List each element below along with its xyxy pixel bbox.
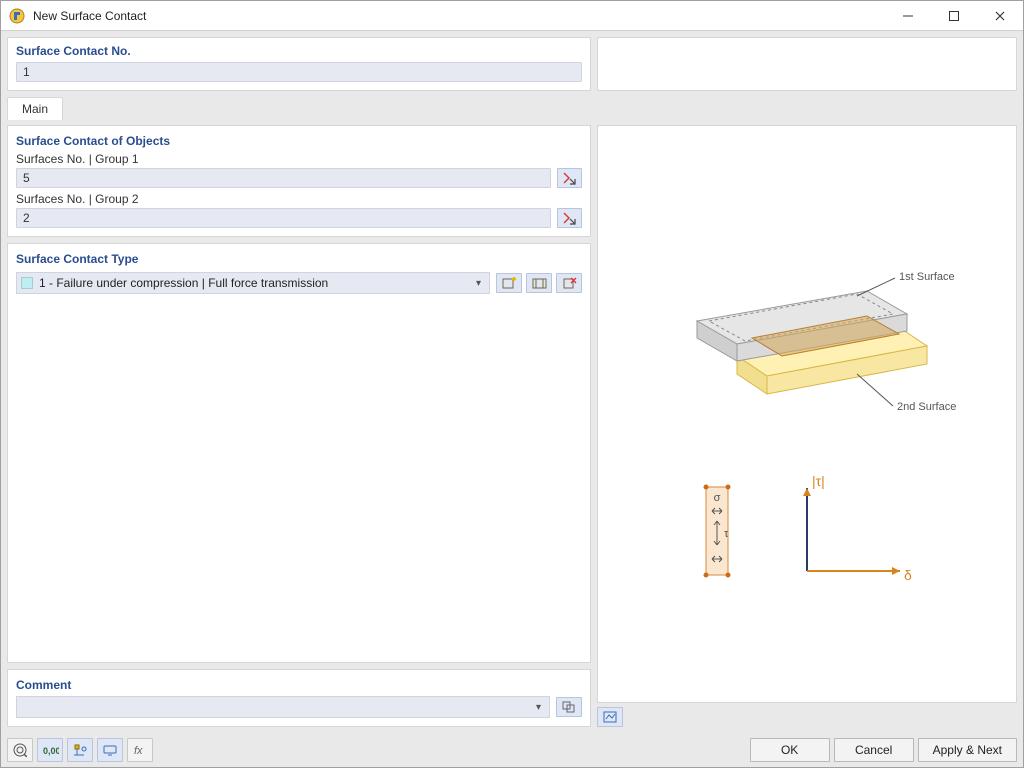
- group2-input[interactable]: [16, 208, 551, 228]
- delta-axis-label: δ: [904, 567, 912, 583]
- chevron-down-icon: ▾: [472, 278, 485, 289]
- apply-next-button[interactable]: Apply & Next: [918, 738, 1017, 762]
- stress-strip-illustration: σ τ: [692, 481, 742, 581]
- group1-label: Surfaces No. | Group 1: [16, 152, 582, 166]
- preview-toggle-button[interactable]: [597, 707, 623, 727]
- maximize-button[interactable]: [931, 1, 977, 31]
- preview-panel: 1st Surface 2nd Surface: [597, 125, 1017, 703]
- display-button[interactable]: [97, 738, 123, 762]
- preview-column: 1st Surface 2nd Surface: [597, 125, 1017, 727]
- contact-number-label: Surface Contact No.: [16, 44, 582, 58]
- group1-pick-button[interactable]: [557, 168, 582, 188]
- group1-input[interactable]: [16, 168, 551, 188]
- tau-axis-label: |τ|: [812, 476, 825, 489]
- type-color-swatch: [21, 277, 33, 289]
- units-button[interactable]: 0,00: [37, 738, 63, 762]
- svg-text:τ: τ: [724, 528, 729, 540]
- cancel-button[interactable]: Cancel: [834, 738, 914, 762]
- group2-pick-button[interactable]: [557, 208, 582, 228]
- type-delete-button[interactable]: [556, 273, 582, 293]
- top-right-empty-panel: [597, 37, 1017, 91]
- svg-text:σ: σ: [714, 492, 721, 504]
- section-objects: Surface Contact of Objects Surfaces No. …: [7, 125, 591, 237]
- app-icon: [9, 8, 25, 24]
- comment-combobox[interactable]: ▾: [16, 696, 550, 718]
- coords-button[interactable]: [67, 738, 93, 762]
- surfaces-illustration: 1st Surface 2nd Surface: [657, 266, 957, 436]
- contact-number-value[interactable]: 1: [16, 62, 582, 82]
- function-button[interactable]: fx: [127, 738, 153, 762]
- type-library-button[interactable]: [526, 273, 552, 293]
- tau-delta-graph: |τ| δ: [782, 476, 922, 586]
- section-type: Surface Contact Type 1 - Failure under c…: [7, 243, 591, 663]
- section-objects-title: Surface Contact of Objects: [16, 134, 582, 148]
- main-left-column: Surface Contact of Objects Surfaces No. …: [7, 125, 591, 727]
- surface2-label: 2nd Surface: [897, 401, 956, 413]
- svg-text:0,00: 0,00: [43, 746, 59, 756]
- minimize-button[interactable]: [885, 1, 931, 31]
- titlebar: New Surface Contact: [1, 1, 1023, 31]
- surface1-label: 1st Surface: [899, 271, 955, 283]
- help-button[interactable]: [7, 738, 33, 762]
- contact-type-dropdown[interactable]: 1 - Failure under compression | Full for…: [16, 272, 490, 294]
- section-comment: Comment ▾: [7, 669, 591, 727]
- contact-type-value: 1 - Failure under compression | Full for…: [39, 276, 466, 290]
- window-title: New Surface Contact: [33, 9, 146, 23]
- comment-expand-button[interactable]: [556, 697, 582, 717]
- tab-main[interactable]: Main: [7, 97, 63, 120]
- ok-button[interactable]: OK: [750, 738, 830, 762]
- section-type-title: Surface Contact Type: [16, 252, 582, 266]
- tabstrip: Main: [7, 95, 1017, 119]
- contact-number-panel: Surface Contact No. 1: [7, 37, 591, 91]
- footer: 0,00 fx OK Cancel Apply & Next: [1, 733, 1023, 767]
- type-new-button[interactable]: [496, 273, 522, 293]
- group2-label: Surfaces No. | Group 2: [16, 192, 582, 206]
- close-button[interactable]: [977, 1, 1023, 31]
- chevron-down-icon: ▾: [532, 702, 545, 713]
- section-comment-title: Comment: [16, 678, 582, 692]
- svg-text:fx: fx: [134, 745, 143, 757]
